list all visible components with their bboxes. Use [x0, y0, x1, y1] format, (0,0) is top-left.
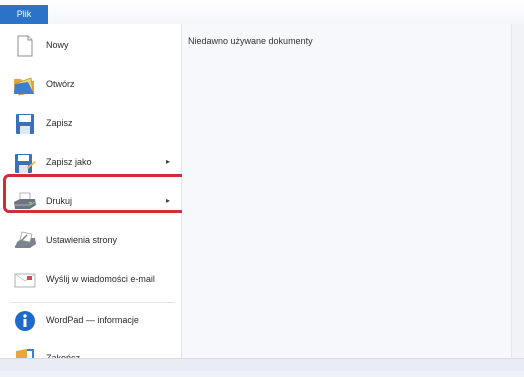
ribbon-bar: Plik [0, 0, 524, 25]
email-icon [13, 269, 37, 291]
submenu-arrow-icon: ▸ [166, 157, 171, 166]
info-icon [13, 310, 37, 332]
menu-item-label: Nowy [46, 40, 69, 50]
new-document-icon [13, 35, 37, 57]
menu-item-new[interactable]: Nowy [0, 28, 181, 64]
print-highlight-box [3, 174, 188, 213]
page-setup-icon [13, 230, 37, 252]
menu-item-about[interactable]: WordPad — informacje [0, 303, 181, 339]
menu-item-send-email[interactable]: Wyślij w wiadomości e-mail [0, 262, 181, 298]
menu-item-label: Otwórz [46, 79, 75, 89]
menu-item-label: Wyślij w wiadomości e-mail [46, 274, 155, 284]
menu-item-label: Zapisz [46, 118, 73, 128]
scrollbar[interactable] [511, 24, 524, 358]
recent-documents-title: Niedawno używane dokumenty [188, 36, 313, 46]
status-bar [0, 358, 524, 371]
recent-documents-pane: Niedawno używane dokumenty [182, 24, 512, 358]
menu-item-save[interactable]: Zapisz [0, 106, 181, 142]
menu-item-label: WordPad — informacje [46, 315, 139, 325]
open-folder-icon [13, 74, 37, 96]
file-tab[interactable]: Plik [0, 5, 48, 24]
save-disk-icon [13, 113, 37, 135]
menu-item-open[interactable]: Otwórz [0, 67, 181, 103]
menu-item-page-setup[interactable]: Ustawienia strony [0, 223, 181, 259]
menu-item-label: Zapisz jako [46, 157, 92, 167]
save-as-icon [13, 152, 37, 174]
menu-item-label: Ustawienia strony [46, 235, 118, 245]
